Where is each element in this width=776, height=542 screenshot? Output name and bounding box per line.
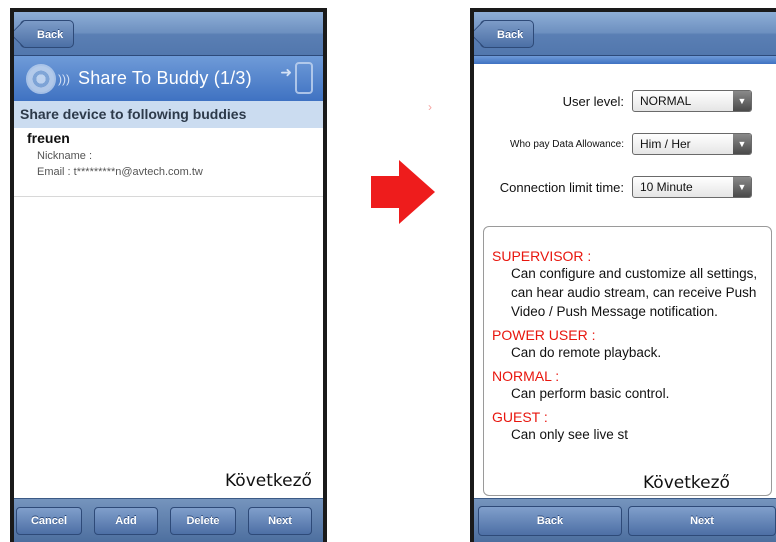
role-description-box[interactable]: SUPERVISOR : Can configure and customize…: [483, 226, 772, 496]
dropdown-arrow-icon: ▼: [733, 177, 751, 197]
next-button[interactable]: Next: [628, 505, 776, 536]
delete-button[interactable]: Delete: [170, 506, 236, 535]
add-button[interactable]: Add: [94, 506, 158, 535]
data-allowance-select[interactable]: Him / Her ▼: [632, 133, 752, 155]
buddy-list-item[interactable]: freuen Nickname : Email : t*********n@av…: [14, 130, 323, 197]
role-title-normal: NORMAL :: [492, 368, 560, 384]
user-level-select[interactable]: NORMAL ▼: [632, 90, 752, 112]
left-nav-bar: Back: [14, 12, 323, 56]
section-header: Share device to following buddies: [14, 101, 323, 128]
back-button-label: Back: [497, 29, 524, 41]
dropdown-arrow-icon: ▼: [733, 91, 751, 111]
data-allowance-value: Him / Her: [640, 137, 691, 151]
buddy-email: Email : t*********n@avtech.com.tw: [37, 166, 203, 178]
role-title-power-user: POWER USER :: [492, 327, 596, 343]
role-desc-supervisor: Can configure and customize all settings…: [511, 266, 758, 319]
left-screen: Back ))) Share To Buddy (1/3) ➜ Share de…: [14, 12, 323, 542]
buddy-name: freuen: [27, 130, 70, 146]
back-button[interactable]: Back: [480, 20, 535, 48]
right-phone-frame: Back User level: NORMAL ▼ Who pay Data A…: [470, 8, 776, 542]
data-allowance-label: Who pay Data Allowance:: [510, 138, 624, 150]
phone-icon: [295, 62, 313, 94]
left-phone-frame: Back ))) Share To Buddy (1/3) ➜ Share de…: [10, 8, 327, 542]
data-allowance-row: Who pay Data Allowance: Him / Her ▼: [474, 133, 776, 155]
connection-limit-value: 10 Minute: [640, 180, 693, 194]
decorative-speck-icon: ›: [428, 100, 432, 114]
role-title-guest: GUEST :: [492, 409, 548, 425]
next-button[interactable]: Next: [248, 506, 312, 535]
role-desc-normal: Can perform basic control.: [511, 386, 670, 401]
caption-next-label: Következő: [222, 470, 315, 492]
back-toolbar-button[interactable]: Back: [478, 505, 622, 536]
right-arrow-icon: [371, 160, 435, 224]
caption-next-label: Következő: [640, 472, 733, 494]
connection-limit-row: Connection limit time: 10 Minute ▼: [474, 176, 776, 198]
back-button[interactable]: Back: [20, 20, 75, 48]
connection-limit-select[interactable]: 10 Minute ▼: [632, 176, 752, 198]
connection-limit-label: Connection limit time:: [499, 179, 624, 195]
right-screen: Back User level: NORMAL ▼ Who pay Data A…: [474, 12, 776, 542]
title-strip: [474, 56, 776, 64]
role-desc-guest: Can only see live st: [511, 427, 629, 442]
signal-waves-icon: ))): [58, 71, 70, 86]
role-desc-power-user: Can do remote playback.: [511, 345, 662, 360]
back-button-label: Back: [37, 29, 64, 41]
right-nav-bar: Back: [474, 12, 776, 56]
share-arrow-icon: ➜: [280, 64, 292, 80]
list-divider: [14, 196, 323, 197]
buddy-nickname: Nickname :: [37, 150, 93, 162]
left-toolbar: Cancel Add Delete Next: [14, 498, 323, 542]
title-bar: ))) Share To Buddy (1/3) ➜: [14, 56, 323, 101]
user-level-value: NORMAL: [640, 94, 692, 108]
user-level-row: User level: NORMAL ▼: [474, 90, 776, 112]
user-level-label: User level:: [562, 93, 624, 109]
role-title-supervisor: SUPERVISOR :: [492, 248, 592, 264]
cancel-button[interactable]: Cancel: [16, 506, 82, 535]
right-toolbar: Back Next: [474, 498, 776, 542]
camera-icon: [26, 63, 56, 94]
page-title: Share To Buddy (1/3): [78, 68, 252, 88]
dropdown-arrow-icon: ▼: [733, 134, 751, 154]
